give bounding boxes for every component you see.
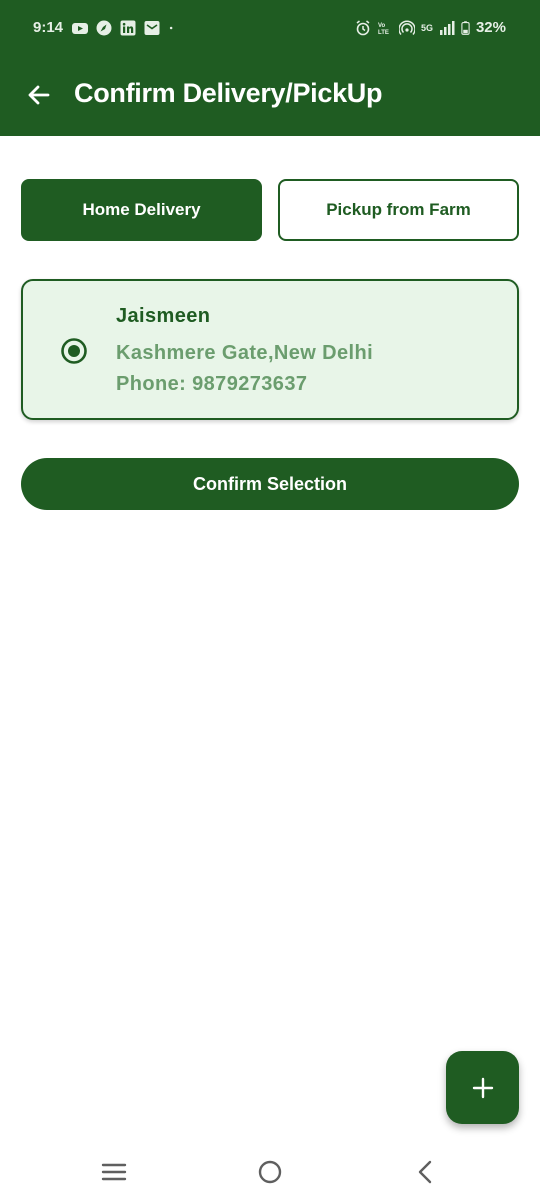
confirm-selection-button[interactable]: Confirm Selection: [21, 458, 519, 510]
radio-selected-icon[interactable]: [60, 337, 88, 365]
address-phone: Phone: 9879273637: [116, 373, 308, 395]
back-chevron-icon[interactable]: [414, 1159, 436, 1185]
address-name: Jaismeen: [116, 305, 211, 327]
linkedin-icon: [120, 20, 136, 36]
network-type: 5G: [420, 22, 433, 33]
mail-icon: [144, 21, 160, 35]
add-address-button[interactable]: [446, 1051, 519, 1124]
signal-icon: [439, 20, 455, 35]
hotspot-icon: [398, 19, 415, 35]
status-time: 9:14: [33, 19, 64, 36]
system-nav-bar: [0, 1145, 540, 1200]
volte-icon: VoLTE: [378, 23, 389, 36]
battery-icon: [461, 20, 470, 35]
page-title: Confirm Delivery/PickUp: [74, 78, 383, 108]
menu-icon[interactable]: [100, 1161, 128, 1183]
plus-icon: [472, 1077, 493, 1098]
youtube-icon: [72, 23, 88, 34]
dot-icon: [169, 26, 173, 30]
home-delivery-button[interactable]: Home Delivery: [21, 179, 262, 241]
home-circle-icon[interactable]: [257, 1159, 283, 1185]
status-bar: 9:14 Vo LTE 5G 32%: [0, 0, 540, 58]
compass-icon: [96, 20, 112, 36]
address-card[interactable]: Jaismeen Kashmere Gate,New Delhi Phone: …: [21, 279, 519, 420]
arrow-left-icon[interactable]: [22, 78, 56, 112]
alarm-icon: [356, 19, 370, 35]
status-system-icons: Vo LTE 5G 32%: [355, 19, 506, 36]
svg-text:Vo: Vo: [378, 23, 386, 29]
address-line: Kashmere Gate,New Delhi: [116, 342, 374, 364]
svg-text:LTE: LTE: [378, 30, 389, 36]
status-notification-icons: [72, 20, 178, 36]
pickup-from-farm-button[interactable]: Pickup from Farm: [278, 179, 519, 241]
battery-percent: 32%: [475, 19, 506, 36]
app-bar: Confirm Delivery/PickUp: [0, 58, 540, 136]
